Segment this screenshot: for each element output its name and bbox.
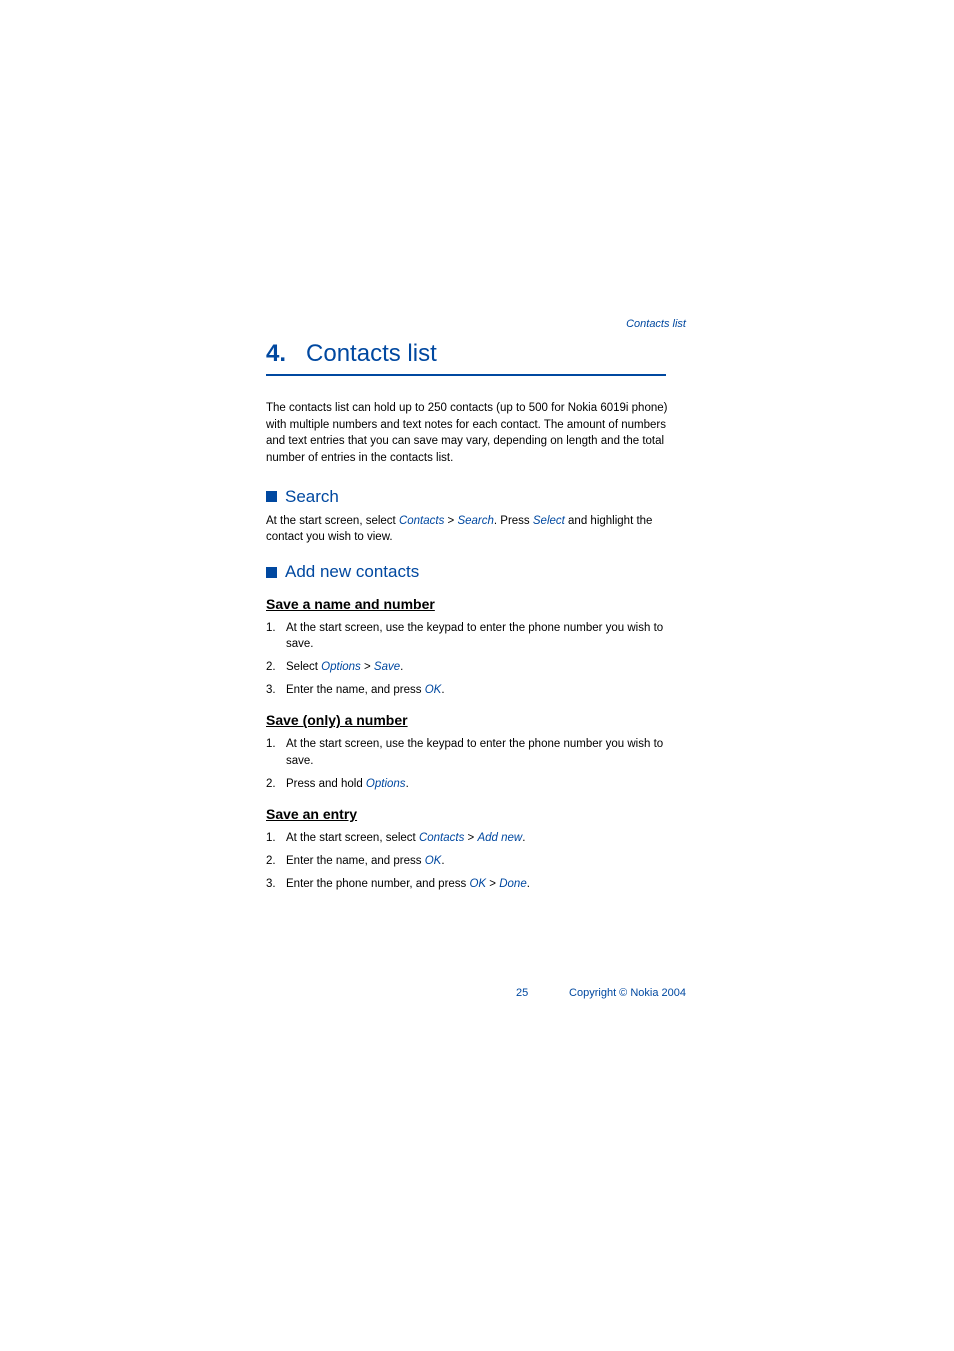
text-prefix: Enter the phone number, and press [286,878,469,890]
text-suffix: . [441,855,444,867]
subsection-save-name-number: Save a name and number [266,596,686,612]
chapter-title-text: Contacts list [306,340,437,367]
list-item: 1. At the start screen, use the keypad t… [266,620,686,652]
section-title-search: Search [285,487,339,507]
list-text: At the start screen, use the keypad to e… [286,736,686,768]
text-prefix: At the start screen, select [286,832,419,844]
text-suffix: . [441,684,444,696]
subsection-save-only-number: Save (only) a number [266,712,686,728]
list-text: Enter the phone number, and press OK > D… [286,876,530,892]
list-save-name-number: 1. At the start screen, use the keypad t… [266,620,686,698]
text-prefix: Enter the name, and press [286,855,425,867]
square-bullet-icon [266,491,277,502]
list-item: 3. Enter the name, and press OK. [266,682,686,698]
section-heading-search: Search [266,487,686,507]
search-sep1: > [444,515,457,527]
list-item: 2. Enter the name, and press OK. [266,853,686,869]
intro-paragraph: The contacts list can hold up to 250 con… [266,400,686,467]
subsection-save-entry: Save an entry [266,806,686,822]
chapter-number: 4. [266,340,286,367]
chapter-title: 4. Contacts list [266,340,666,376]
list-number: 3. [266,682,286,698]
list-number: 2. [266,853,286,869]
list-number: 2. [266,776,286,792]
term-save: Save [374,661,400,673]
page-footer: 25 Copyright © Nokia 2004 [266,987,686,999]
list-number: 3. [266,876,286,892]
text-prefix: Press and hold [286,778,366,790]
list-item: 1. At the start screen, use the keypad t… [266,736,686,768]
square-bullet-icon [266,567,277,578]
list-text: At the start screen, use the keypad to e… [286,620,686,652]
term-contacts: Contacts [419,832,464,844]
list-text: Select Options > Save. [286,659,403,675]
list-text: Enter the name, and press OK. [286,853,445,869]
text-prefix: Select [286,661,321,673]
term-options: Options [321,661,361,673]
list-item: 2. Select Options > Save. [266,659,686,675]
term-search: Search [457,515,493,527]
term-ok: OK [469,878,486,890]
list-number: 1. [266,830,286,846]
list-number: 2. [266,659,286,675]
list-save-entry: 1. At the start screen, select Contacts … [266,830,686,892]
copyright-text: Copyright © Nokia 2004 [569,987,686,999]
term-ok: OK [425,855,442,867]
text-suffix: . [400,661,403,673]
search-body: At the start screen, select Contacts > S… [266,513,686,546]
search-body-mid: . Press [494,515,533,527]
list-save-only-number: 1. At the start screen, use the keypad t… [266,736,686,791]
list-item: 3. Enter the phone number, and press OK … [266,876,686,892]
list-item: 2. Press and hold Options. [266,776,686,792]
section-title-addnew: Add new contacts [285,562,419,582]
text-prefix: Enter the name, and press [286,684,425,696]
text-suffix: . [527,878,530,890]
page-container: Contacts list 4. Contacts list The conta… [0,0,954,892]
list-text: Enter the name, and press OK. [286,682,445,698]
text-suffix: . [406,778,409,790]
section-heading-addnew: Add new contacts [266,562,686,582]
list-text: Press and hold Options. [286,776,409,792]
term-add-new: Add new [477,832,522,844]
header-breadcrumb: Contacts list [266,318,686,330]
text-sep: > [486,878,499,890]
list-text: At the start screen, select Contacts > A… [286,830,525,846]
list-number: 1. [266,736,286,768]
term-contacts: Contacts [399,515,444,527]
term-done: Done [499,878,527,890]
term-ok: OK [425,684,442,696]
text-suffix: . [522,832,525,844]
page-number: 25 [516,987,528,999]
list-item: 1. At the start screen, select Contacts … [266,830,686,846]
text-sep: > [361,661,374,673]
search-body-prefix: At the start screen, select [266,515,399,527]
list-number: 1. [266,620,286,652]
term-select: Select [533,515,565,527]
text-sep: > [464,832,477,844]
term-options: Options [366,778,406,790]
